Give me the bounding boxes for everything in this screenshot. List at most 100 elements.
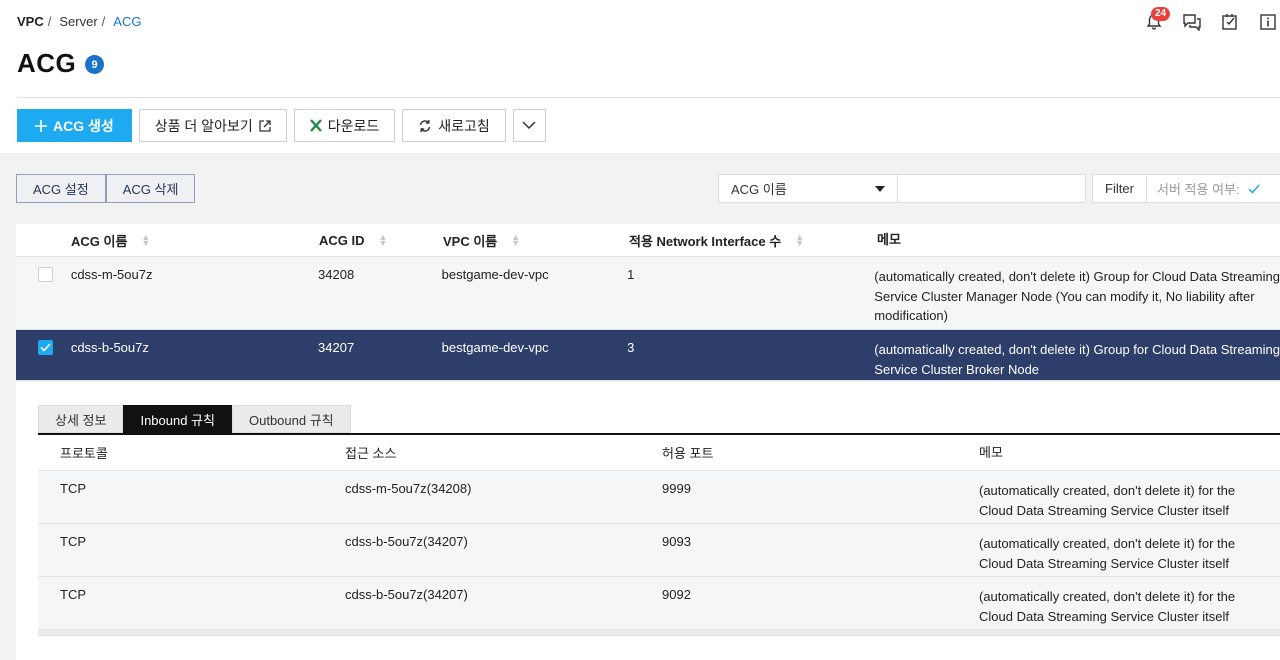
col-header-vpc[interactable]: VPC 이름 ▲ ▼	[443, 231, 629, 250]
memo-line: Cloud Data Streaming Service Cluster its…	[979, 608, 1229, 624]
col-header-name[interactable]: ACG 이름 ▲ ▼	[71, 231, 319, 250]
chevron-down-icon	[522, 121, 536, 130]
external-link-icon	[259, 119, 271, 132]
search-input[interactable]	[901, 181, 1077, 196]
vpc-name: bestgame-dev-vpc	[441, 340, 549, 355]
table-header: ACG 이름 ▲ ▼ ACG ID ▲ ▼ VPC 이름 ▲ ▼ 적용 Network In…	[16, 224, 1280, 257]
acg-name: cdss-b-5ou7z	[70, 340, 149, 355]
col-header-protocol: 프로토콜	[60, 446, 108, 461]
sort-icon[interactable]: ▲ ▼	[141, 233, 150, 248]
refresh-label: 새로고침	[438, 117, 490, 134]
col-header-label: 메모	[877, 232, 901, 248]
breadcrumb-acg[interactable]: ACG	[113, 14, 141, 29]
rule-row: TCP cdss-b-5ou7z(34207) 9092 (automatica…	[38, 577, 1280, 630]
create-acg-label: ACG 생성	[53, 117, 114, 134]
col-header-ni[interactable]: 적용 Network Interface 수 ▲ ▼	[629, 231, 877, 250]
chat-icon[interactable]	[1180, 10, 1204, 34]
search-field-select[interactable]: ACG 이름	[718, 174, 898, 203]
rule-port: 9093	[662, 534, 691, 549]
notification-badge: 24	[1151, 7, 1171, 21]
excel-icon	[309, 119, 322, 132]
memo-icon[interactable]	[1218, 10, 1242, 34]
acg-name: cdss-m-5ou7z	[70, 267, 153, 282]
toolbar: ACG 생성 상품 더 알아보기 다운로드 새로고침	[17, 109, 546, 142]
ni-count: 1	[627, 267, 635, 282]
rule-memo: (automatically created, don't delete it)…	[979, 524, 1280, 576]
acg-table: ACG 이름 ▲ ▼ ACG ID ▲ ▼ VPC 이름 ▲ ▼ 적용 Network In…	[16, 224, 1280, 381]
rules-table-footer	[38, 630, 1280, 636]
rule-source: cdss-b-5ou7z(34207)	[345, 587, 468, 602]
acg-settings-button[interactable]: ACG 설정	[16, 174, 106, 203]
rule-memo: (automatically created, don't delete it)…	[979, 471, 1280, 523]
rule-port: 9999	[662, 481, 691, 496]
col-header-source: 접근 소스	[345, 446, 397, 461]
check-icon	[40, 343, 51, 352]
row-checkbox[interactable]	[38, 267, 53, 282]
col-header-port: 허용 포트	[662, 446, 714, 461]
check-icon	[1248, 184, 1260, 194]
tab-inbound[interactable]: Inbound 규칙	[123, 405, 232, 433]
tab-outbound[interactable]: Outbound 규칙	[231, 405, 351, 433]
breadcrumb-server[interactable]: Server	[59, 14, 97, 29]
col-header-label: 적용 Network Interface 수	[629, 233, 782, 249]
col-header-label: VPC 이름	[443, 233, 498, 249]
content-area: ACG 설정 ACG 삭제 ACG 이름 Filter 서버 적용 여부: AC…	[0, 153, 1280, 660]
col-header-label: ACG ID	[319, 232, 365, 248]
create-acg-button[interactable]: ACG 생성	[17, 109, 132, 142]
sort-icon[interactable]: ▲ ▼	[379, 233, 388, 248]
rule-memo: (automatically created, don't delete it)…	[979, 577, 1280, 629]
ni-count: 3	[627, 340, 635, 355]
table-row[interactable]: cdss-m-5ou7z 34208 bestgame-dev-vpc 1 (a…	[16, 257, 1280, 330]
acg-delete-button[interactable]: ACG 삭제	[105, 174, 196, 203]
search-group: ACG 이름 Filter 서버 적용 여부:	[718, 174, 1280, 203]
header-divider	[17, 97, 1280, 98]
filter-state-label: 서버 적용 여부:	[1157, 182, 1240, 197]
learn-more-label: 상품 더 알아보기	[154, 117, 253, 134]
bell-icon[interactable]: 24	[1142, 7, 1171, 34]
breadcrumb-separator: /	[47, 14, 52, 29]
row-checkbox-cell	[16, 257, 71, 329]
more-actions-button[interactable]	[512, 109, 546, 142]
detail-panel: 상세 정보 Inbound 규칙 Outbound 규칙 프로토콜 접근 소스 …	[16, 382, 1280, 660]
refresh-button[interactable]: 새로고침	[402, 109, 506, 142]
rule-protocol: TCP	[60, 534, 86, 549]
top-icon-bar: 24	[1142, 7, 1280, 34]
acg-id: 34207	[318, 340, 355, 355]
filter-button[interactable]: Filter	[1092, 174, 1147, 203]
download-label: 다운로드	[327, 117, 380, 134]
sort-icon[interactable]: ▲ ▼	[511, 233, 520, 248]
col-header-id[interactable]: ACG ID ▲ ▼	[319, 233, 443, 248]
page-title: ACG	[17, 48, 77, 78]
tab-details[interactable]: 상세 정보	[38, 405, 124, 433]
row-checkbox-checked[interactable]	[38, 340, 53, 355]
rule-row: TCP cdss-m-5ou7z(34208) 9999 (automatica…	[38, 471, 1280, 524]
memo-line: (automatically created, don't delete it)…	[874, 269, 1280, 284]
memo-line: (automatically created, don't delete it)…	[979, 483, 1236, 498]
rule-protocol: TCP	[60, 587, 86, 602]
learn-more-button[interactable]: 상품 더 알아보기	[138, 109, 287, 142]
refresh-icon	[420, 119, 431, 132]
memo-line: (automatically created, don't delete it)…	[874, 342, 1280, 357]
acg-count-badge: 9	[85, 55, 104, 74]
vpc-name: bestgame-dev-vpc	[441, 267, 549, 282]
filter-state[interactable]: 서버 적용 여부:	[1147, 174, 1280, 203]
search-box	[898, 174, 1086, 203]
breadcrumb-vpc[interactable]: VPC	[17, 14, 44, 29]
memo-line: modification)	[874, 308, 948, 323]
memo-line: Service Cluster Broker Node	[874, 361, 1040, 377]
rule-source: cdss-b-5ou7z(34207)	[345, 534, 468, 549]
download-button[interactable]: 다운로드	[293, 109, 396, 142]
acg-actions: ACG 설정 ACG 삭제	[16, 174, 196, 203]
search-field-value: ACG 이름	[731, 182, 787, 197]
sort-icon[interactable]: ▲ ▼	[795, 233, 804, 248]
detail-tabs: 상세 정보 Inbound 규칙 Outbound 규칙	[38, 405, 351, 433]
caret-down-icon	[875, 185, 885, 192]
rule-row: TCP cdss-b-5ou7z(34207) 9093 (automatica…	[38, 524, 1280, 577]
inbound-rules-table: 프로토콜 접근 소스 허용 포트 메모 TCP cdss-m-5ou7z(342…	[38, 435, 1280, 636]
rule-protocol: TCP	[60, 481, 86, 496]
breadcrumb-separator: /	[101, 14, 106, 29]
col-header-memo: 메모	[877, 230, 1280, 250]
info-icon[interactable]	[1256, 10, 1280, 34]
table-row-selected[interactable]: cdss-b-5ou7z 34207 bestgame-dev-vpc 3 (a…	[16, 330, 1280, 381]
memo-line: Service Cluster Manager Node (You can mo…	[874, 288, 1255, 304]
